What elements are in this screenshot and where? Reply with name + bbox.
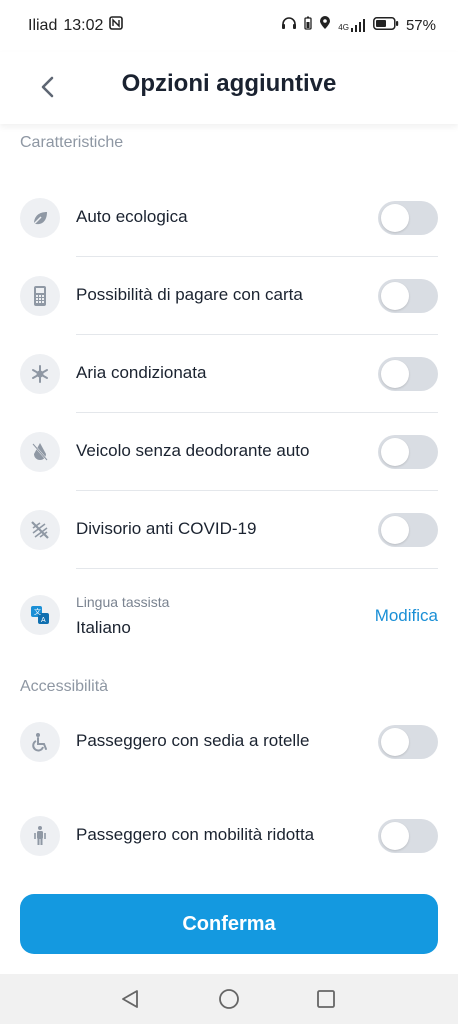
nfc-icon [109,16,124,35]
headphones-icon [281,16,297,34]
signal-icon: 4G [338,18,366,32]
option-row-eco-car[interactable]: Auto ecologica [0,179,458,257]
location-icon [319,16,331,34]
leaf-icon [20,198,60,238]
option-row-reduced-mobility[interactable]: Passeggero con mobilità ridotta [0,797,458,874]
translate-icon: 文A [20,595,60,635]
options-list[interactable]: Caratteristiche Auto ecologica Possibili… [0,124,458,874]
air-freshener-off-icon [20,432,60,472]
status-right: 4G 57% [281,16,436,34]
option-label: Possibilità di pagare con carta [76,285,303,304]
battery-saver-icon [304,16,312,34]
option-row-no-deodorant[interactable]: Veicolo senza deodorante auto [0,413,458,491]
option-row-wheelchair[interactable]: Passeggero con sedia a rotelle [0,703,458,781]
option-label: Aria condizionata [76,363,207,382]
air-conditioning-toggle[interactable] [378,357,438,391]
status-left: Iliad 13:02 [28,16,124,35]
svg-text:文: 文 [34,607,41,616]
option-row-covid-divider[interactable]: Divisorio anti COVID-19 [0,491,458,569]
option-label: Veicolo senza deodorante auto [76,441,310,460]
covid-divider-toggle[interactable] [378,513,438,547]
app-header: Opzioni aggiuntive [0,52,458,124]
wheelchair-icon [20,722,60,762]
option-row-air-conditioning[interactable]: Aria condizionata [0,335,458,413]
option-label: Passeggero con sedia a rotelle [76,731,310,750]
nav-home-icon[interactable] [217,987,241,1011]
network-type: 4G [338,22,349,32]
modify-language-link[interactable]: Modifica [375,606,438,626]
option-label: Divisorio anti COVID-19 [76,519,257,538]
card-terminal-icon [20,276,60,316]
eco-car-toggle[interactable] [378,201,438,235]
nav-back-icon[interactable] [118,987,142,1011]
card-payment-toggle[interactable] [378,279,438,313]
clock: 13:02 [63,16,104,34]
page-title: Opzioni aggiuntive [121,70,337,97]
battery-percent: 57% [405,16,436,34]
option-label: Passeggero con mobilità ridotta [76,825,315,844]
person-reduced-mobility-icon [20,816,60,856]
driver-language-row[interactable]: 文A Lingua tassista Italiano Modifica [0,576,458,656]
bottom-action-area: Conferma [0,874,458,974]
nav-recents-icon[interactable] [314,987,338,1011]
system-nav-bar [0,974,458,1024]
option-row-card-payment[interactable]: Possibilità di pagare con carta [0,257,458,335]
snowflake-icon [20,354,60,394]
divider [76,568,438,569]
carrier-name: Iliad [28,16,58,34]
no-deodorant-toggle[interactable] [378,435,438,469]
svg-text:A: A [41,617,46,624]
battery-icon [373,16,399,34]
language-subtitle: Lingua tassista [76,594,170,610]
status-bar: Iliad 13:02 4G 57% [0,0,458,52]
confirm-button[interactable]: Conferma [20,894,438,954]
language-value: Italiano [76,618,131,637]
divider-off-icon [20,510,60,550]
reduced-mobility-toggle[interactable] [378,819,438,853]
section-title-features: Caratteristiche [20,134,124,151]
option-label: Auto ecologica [76,207,188,226]
wheelchair-toggle[interactable] [378,725,438,759]
section-title-accessibility: Accessibilità [20,678,109,695]
